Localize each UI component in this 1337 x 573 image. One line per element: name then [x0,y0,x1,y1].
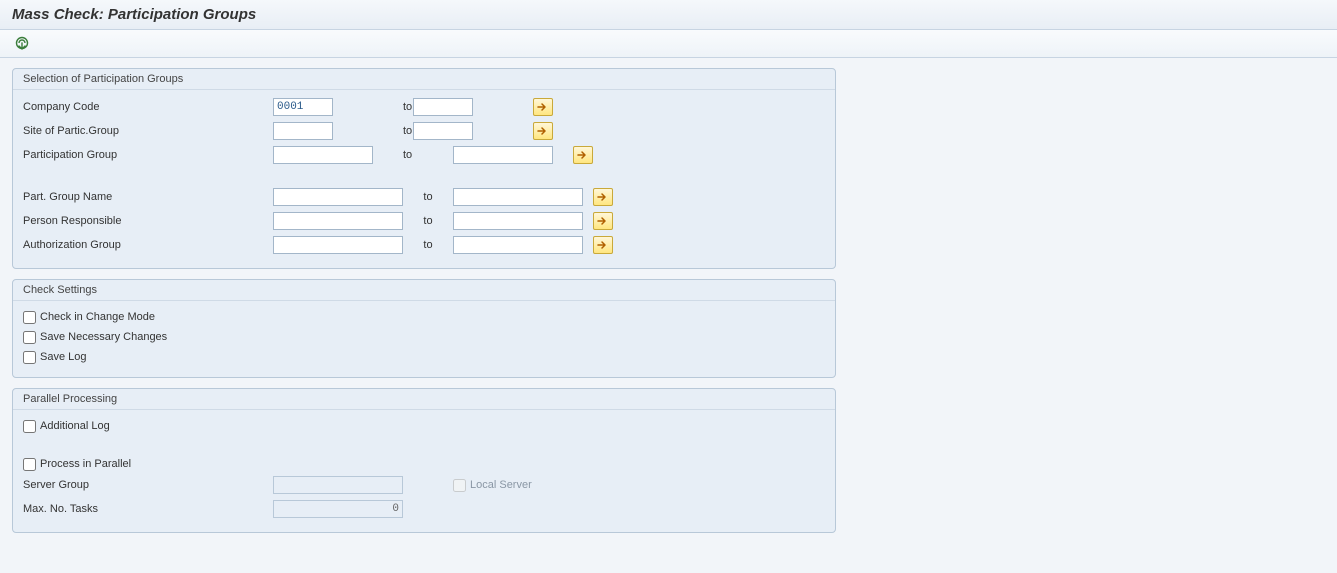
input-person-responsible-to[interactable] [453,212,583,230]
input-company-code-from[interactable] [273,98,333,116]
selection-group-header: Selection of Participation Groups [13,69,835,90]
input-person-responsible-from[interactable] [273,212,403,230]
checkbox-local-server [453,479,466,492]
input-max-no-tasks [273,500,403,518]
label-server-group: Server Group [23,479,273,491]
to-label: to [403,191,453,203]
range-button-person-responsible[interactable] [593,212,613,230]
input-participation-group-from[interactable] [273,146,373,164]
label-participation-group: Participation Group [23,149,273,161]
label-additional-log: Additional Log [40,420,110,432]
row-site-partic-group: Site of Partic.Group to [23,120,825,142]
checkbox-process-in-parallel[interactable] [23,458,36,471]
checkbox-save-log[interactable] [23,351,36,364]
label-save-necessary-changes: Save Necessary Changes [40,331,167,343]
title-bar: Mass Check: Participation Groups [0,0,1337,30]
parallel-processing-box: Parallel Processing Additional Log Proce… [12,388,836,533]
row-max-no-tasks: Max. No. Tasks [23,498,825,520]
label-part-group-name: Part. Group Name [23,191,273,203]
page-title: Mass Check: Participation Groups [12,6,1325,23]
to-label: to [403,239,453,251]
label-person-responsible: Person Responsible [23,215,273,227]
content-area: Selection of Participation Groups Compan… [0,58,1337,553]
row-participation-group: Participation Group to [23,144,825,166]
checkbox-additional-log[interactable] [23,420,36,433]
label-authorization-group: Authorization Group [23,239,273,251]
input-site-partic-group-from[interactable] [273,122,333,140]
checkbox-check-change-mode[interactable] [23,311,36,324]
range-button-participation-group[interactable] [573,146,593,164]
to-label: to [333,101,413,113]
row-authorization-group: Authorization Group to [23,234,825,256]
label-company-code: Company Code [23,101,273,113]
row-server-group: Server Group Local Server [23,474,825,496]
to-label: to [373,149,453,161]
input-participation-group-to[interactable] [453,146,553,164]
label-max-no-tasks: Max. No. Tasks [23,503,273,515]
checkbox-save-necessary-changes[interactable] [23,331,36,344]
range-button-authorization-group[interactable] [593,236,613,254]
input-part-group-name-from[interactable] [273,188,403,206]
to-label: to [333,125,413,137]
parallel-processing-header: Parallel Processing [13,389,835,410]
execute-button[interactable] [12,34,32,54]
label-site-partic-group: Site of Partic.Group [23,125,273,137]
input-authorization-group-to[interactable] [453,236,583,254]
label-process-in-parallel: Process in Parallel [40,458,131,470]
input-site-partic-group-to[interactable] [413,122,473,140]
check-settings-header: Check Settings [13,280,835,301]
input-server-group [273,476,403,494]
row-company-code: Company Code to [23,96,825,118]
to-label: to [403,215,453,227]
input-part-group-name-to[interactable] [453,188,583,206]
label-check-change-mode: Check in Change Mode [40,311,155,323]
row-person-responsible: Person Responsible to [23,210,825,232]
range-button-company-code[interactable] [533,98,553,116]
range-button-site-partic-group[interactable] [533,122,553,140]
row-part-group-name: Part. Group Name to [23,186,825,208]
label-local-server: Local Server [470,479,532,491]
input-authorization-group-from[interactable] [273,236,403,254]
selection-group-box: Selection of Participation Groups Compan… [12,68,836,269]
toolbar [0,30,1337,58]
range-button-part-group-name[interactable] [593,188,613,206]
input-company-code-to[interactable] [413,98,473,116]
label-save-log: Save Log [40,351,86,363]
check-settings-box: Check Settings Check in Change Mode Save… [12,279,836,378]
